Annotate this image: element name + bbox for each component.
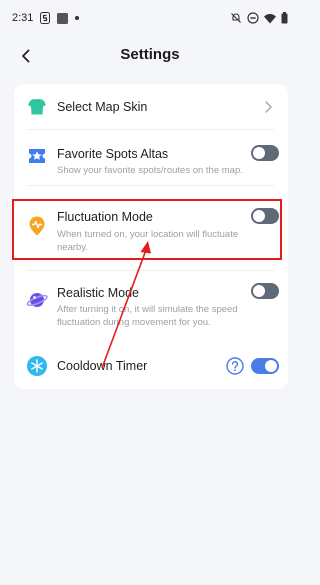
annotation-highlight-box <box>12 199 282 260</box>
star-ticket-icon <box>29 149 45 163</box>
status-time: 2:31 <box>12 12 34 24</box>
status-bar: 2:31 <box>0 0 300 36</box>
realistic-mode-toggle[interactable] <box>251 283 279 299</box>
realistic-mode-title: Realistic Mode <box>57 286 139 300</box>
favorite-spots-row: Favorite Spots Altas Show your favorite … <box>14 130 288 184</box>
select-map-skin-row[interactable]: Select Map Skin <box>14 84 288 129</box>
shirt-icon <box>28 98 46 115</box>
favorite-spots-description: Show your favorite spots/routes on the m… <box>57 165 243 176</box>
do-not-disturb-icon <box>247 12 259 24</box>
realistic-mode-row: Realistic Mode After turning it on, it w… <box>14 271 288 339</box>
chevron-right-icon <box>265 101 272 113</box>
help-icon[interactable] <box>226 357 244 375</box>
cooldown-timer-toggle[interactable] <box>251 358 279 374</box>
signal-s-icon <box>40 12 51 24</box>
wifi-icon <box>264 13 276 24</box>
snowflake-icon <box>27 356 47 376</box>
app-square-icon <box>57 12 69 24</box>
page-title: Settings <box>120 46 180 63</box>
cooldown-timer-title: Cooldown Timer <box>57 359 148 373</box>
favorite-spots-toggle[interactable] <box>251 145 279 161</box>
planet-icon <box>26 293 48 307</box>
dot-icon <box>75 16 80 20</box>
favorite-spots-title: Favorite Spots Altas <box>57 147 169 161</box>
battery-icon <box>281 12 288 24</box>
mute-icon <box>230 12 242 24</box>
cooldown-timer-row: Cooldown Timer <box>14 346 288 386</box>
select-map-skin-title: Select Map Skin <box>57 100 148 114</box>
realistic-mode-description: After turning it on, it will simulate th… <box>57 304 238 328</box>
divider <box>28 185 274 186</box>
nav-bar: Settings <box>0 36 300 76</box>
